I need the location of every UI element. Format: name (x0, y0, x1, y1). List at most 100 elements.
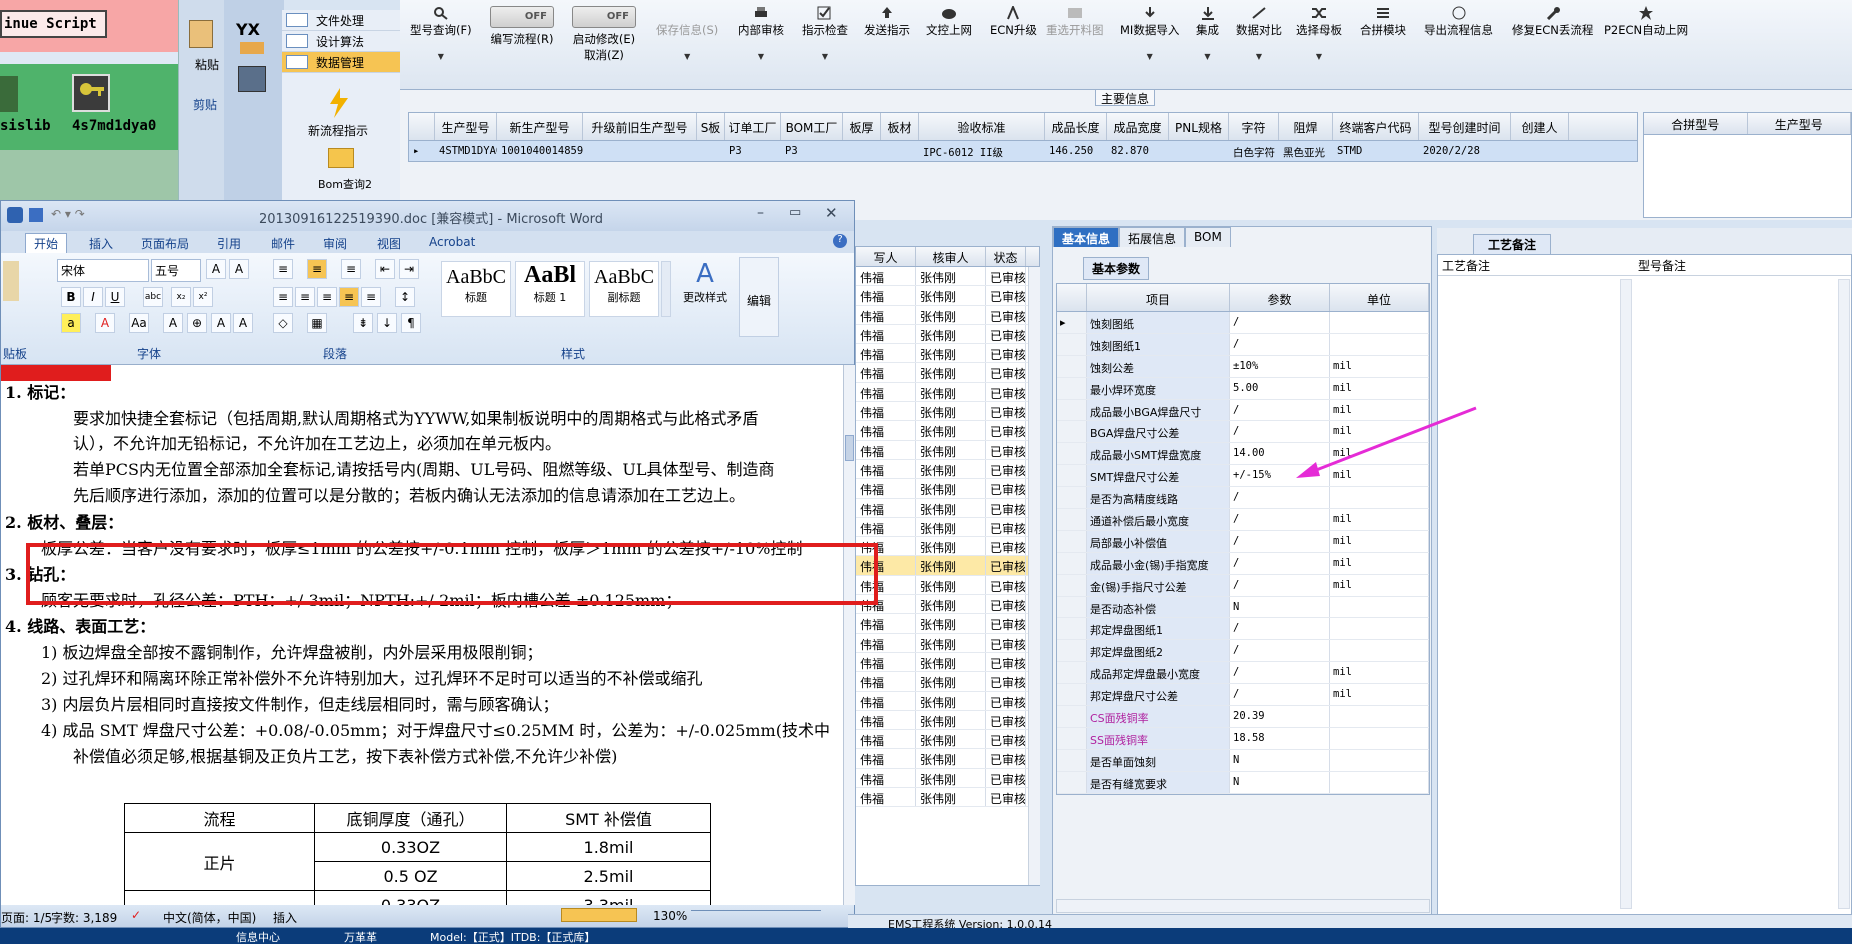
param-row[interactable]: CS面残铜率 20.39 (1057, 706, 1429, 728)
zoom-level[interactable]: 130% (653, 909, 687, 923)
numbering-icon[interactable]: ≡ (307, 259, 327, 279)
undo-redo-icon[interactable]: ↶ ▾ ↷ (51, 207, 85, 221)
list-item[interactable]: 伟福 张伟刚 已审核 (856, 440, 1039, 460)
row-selector[interactable] (1057, 487, 1087, 509)
lightning-icon[interactable] (328, 88, 350, 118)
underline-icon[interactable]: U (105, 287, 125, 307)
scrollbar[interactable] (1838, 279, 1850, 909)
paste-icon[interactable] (189, 20, 213, 48)
tab-references[interactable]: 引用 (217, 235, 241, 252)
param-row[interactable]: SS面残铜率 18.58 (1057, 727, 1429, 750)
param-row[interactable]: 是否动态补偿 N (1057, 596, 1429, 619)
row-selector[interactable] (1057, 355, 1087, 377)
param-value[interactable]: 5.00 (1230, 377, 1330, 399)
close-icon[interactable]: ✕ (825, 204, 838, 222)
param-row[interactable]: ▸ 蚀刻图纸 / (1057, 312, 1429, 334)
italic-icon[interactable]: I (83, 287, 103, 307)
change-case-icon[interactable]: Aa (129, 313, 149, 333)
subscript-icon[interactable]: x₂ (171, 287, 191, 307)
param-row[interactable]: 成品邦定焊盘最小宽度 / mil (1057, 662, 1429, 685)
col-header[interactable]: 生产型号 (1748, 113, 1851, 134)
param-value[interactable]: / (1230, 574, 1330, 596)
list-item[interactable]: 伟福 张伟刚 已审核 (856, 788, 1039, 808)
folder-icon[interactable] (328, 148, 354, 168)
row-selector[interactable] (1057, 377, 1087, 399)
col-header[interactable]: 项目 (1087, 284, 1230, 311)
col-header[interactable]: 板材 (881, 113, 919, 140)
font-color-icon[interactable]: A (95, 313, 115, 333)
list-item[interactable]: 伟福 张伟刚 已审核 (856, 556, 1039, 576)
row-selector[interactable] (1057, 727, 1087, 749)
styles-scroll[interactable] (661, 261, 671, 317)
col-header[interactable]: 字符 (1229, 113, 1279, 140)
merge-module-button[interactable]: 合拼模块 (1360, 6, 1406, 38)
h-scrollbar[interactable] (1056, 899, 1430, 913)
col-header[interactable]: 新生产型号 (497, 113, 583, 140)
col-header[interactable]: S板 (697, 113, 725, 140)
col-header[interactable]: 阻焊 (1279, 113, 1333, 140)
list-item[interactable]: 伟福 张伟刚 已审核 (856, 537, 1039, 557)
list-item[interactable]: 伟福 张伟刚 已审核 (856, 344, 1039, 364)
tab-home[interactable]: 开始 (25, 233, 68, 253)
module-data-management[interactable]: 数据管理 (282, 52, 400, 73)
toggle-switch[interactable]: OFF (490, 6, 554, 28)
col-header[interactable]: 单位 (1330, 284, 1429, 311)
tab-process-notes[interactable]: 工艺备注 (1473, 234, 1552, 255)
send-instruction-button[interactable]: 发送指示 (864, 6, 910, 38)
row-selector[interactable] (1057, 662, 1087, 684)
param-value[interactable]: N (1230, 749, 1330, 771)
list-item[interactable]: 伟福 张伟刚 已审核 (856, 614, 1039, 634)
view-buttons[interactable] (561, 908, 637, 922)
col-header[interactable]: 参数 (1230, 284, 1330, 311)
font-size-select[interactable]: 五号 (151, 259, 201, 282)
param-value[interactable]: / (1230, 618, 1330, 640)
col-header[interactable]: 终端客户代码 (1333, 113, 1419, 140)
param-row[interactable]: 邦定焊盘图纸1/ (1057, 618, 1429, 641)
param-value[interactable]: / (1230, 662, 1330, 684)
param-value[interactable]: / (1230, 640, 1330, 662)
col-header[interactable]: PNL规格 (1169, 113, 1229, 140)
param-row[interactable]: 蚀刻公差 ±10% mil (1057, 355, 1429, 378)
list-item[interactable]: 伟福 张伟刚 已审核 (856, 286, 1039, 306)
param-row[interactable]: 是否为高精度线路 / (1057, 487, 1429, 510)
param-row[interactable]: 是否有缝宽要求 N (1057, 771, 1429, 794)
grow-font2-icon[interactable]: A (211, 313, 231, 333)
continue-script-button[interactable]: inue Script (0, 10, 107, 38)
param-value[interactable]: / (1230, 509, 1330, 530)
col-header[interactable]: 合拼型号 (1644, 113, 1748, 134)
instruction-check-button[interactable]: 指示检查 ▼ (802, 6, 848, 61)
col-header[interactable]: 状态 (986, 247, 1026, 266)
tab-mailings[interactable]: 邮件 (271, 235, 295, 252)
list-item[interactable]: 伟福 张伟刚 已审核 (856, 691, 1039, 711)
increase-indent-icon[interactable]: ⇥ (399, 259, 419, 279)
col-header[interactable]: 板厚 (843, 113, 881, 140)
file-icon[interactable] (0, 76, 18, 112)
p2ecn-auto-button[interactable]: P2ECN自动上网 (1604, 6, 1688, 38)
list-item[interactable]: 伟福 张伟刚 已审核 (856, 672, 1039, 692)
paste-icon[interactable] (3, 261, 19, 301)
param-value[interactable]: / (1230, 487, 1330, 509)
param-row[interactable]: 成品最小金(锡)手指宽度 / mil (1057, 552, 1429, 575)
list-item[interactable]: 伟福 张伟刚 已审核 (856, 305, 1039, 325)
col-header[interactable]: 成品宽度 (1107, 113, 1169, 140)
tab-acrobat[interactable]: Acrobat (429, 235, 475, 249)
row-selector[interactable] (1057, 552, 1087, 574)
scroll-thumb[interactable] (845, 435, 854, 461)
style-title[interactable]: AaBbC 标题 (441, 261, 511, 317)
grow-font-icon[interactable]: A (206, 259, 226, 279)
list-item[interactable]: 伟福 张伟刚 已审核 (856, 459, 1039, 480)
param-row[interactable]: 最小焊环宽度 5.00 mil (1057, 377, 1429, 400)
list-item[interactable]: 伟福 张伟刚 已审核 (856, 363, 1039, 383)
row-selector[interactable] (1057, 530, 1087, 552)
enclose-char-icon[interactable]: ⊕ (187, 313, 207, 333)
insert-mode[interactable]: 插入 (273, 909, 297, 926)
param-row[interactable]: 蚀刻图纸1/ (1057, 333, 1429, 356)
decrease-indent-icon[interactable]: ⇤ (375, 259, 395, 279)
list-item[interactable]: 伟福 张伟刚 已审核 (856, 479, 1039, 499)
row-selector[interactable] (1057, 509, 1087, 530)
param-row[interactable]: 邦定焊盘图纸2/ (1057, 640, 1429, 663)
param-value[interactable]: 20.39 (1230, 706, 1330, 727)
row-selector[interactable] (1057, 333, 1087, 355)
list-item[interactable]: 伟福 张伟刚 已审核 (856, 421, 1039, 441)
col-header[interactable]: 升级前旧生产型号 (583, 113, 697, 140)
